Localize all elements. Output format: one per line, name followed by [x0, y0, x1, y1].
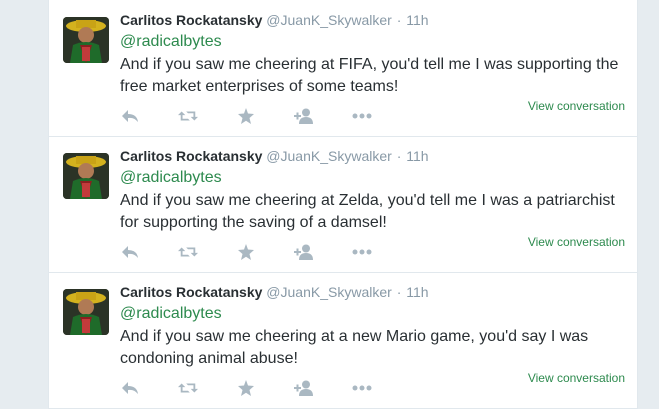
- reply-icon[interactable]: [120, 379, 140, 397]
- tweet-text: And if you saw me cheering at Zelda, you…: [120, 192, 615, 231]
- author-name[interactable]: Carlitos Rockatansky: [120, 12, 262, 28]
- tweet-actions: [120, 242, 410, 262]
- mention-link[interactable]: @radicalbytes: [120, 305, 222, 323]
- time-separator: ·: [396, 284, 402, 300]
- timeline: Carlitos Rockatansky @JuanK_Skywalker · …: [48, 0, 638, 409]
- favorite-icon[interactable]: [236, 107, 256, 125]
- mention-link[interactable]: @radicalbytes: [120, 169, 222, 187]
- view-conversation-link[interactable]: View conversation: [528, 371, 625, 385]
- more-icon[interactable]: [352, 107, 372, 125]
- tweet-header: Carlitos Rockatansky @JuanK_Skywalker · …: [120, 284, 429, 300]
- favorite-icon[interactable]: [236, 243, 256, 261]
- time-separator: ·: [396, 148, 402, 164]
- author-handle[interactable]: @JuanK_Skywalker: [266, 12, 392, 28]
- favorite-icon[interactable]: [236, 379, 256, 397]
- tweet-actions: [120, 378, 410, 398]
- time-separator: ·: [396, 12, 402, 28]
- retweet-icon[interactable]: [178, 107, 198, 125]
- timestamp[interactable]: 11h: [406, 284, 428, 300]
- retweet-icon[interactable]: [178, 243, 198, 261]
- timestamp[interactable]: 11h: [406, 148, 428, 164]
- author-name[interactable]: Carlitos Rockatansky: [120, 284, 262, 300]
- tweet[interactable]: Carlitos Rockatansky @JuanK_Skywalker · …: [49, 274, 637, 409]
- follow-icon[interactable]: [294, 243, 314, 261]
- author-handle[interactable]: @JuanK_Skywalker: [266, 284, 392, 300]
- avatar[interactable]: [63, 289, 109, 335]
- author-handle[interactable]: @JuanK_Skywalker: [266, 148, 392, 164]
- tweet-header: Carlitos Rockatansky @JuanK_Skywalker · …: [120, 12, 429, 28]
- more-icon[interactable]: [352, 243, 372, 261]
- follow-icon[interactable]: [294, 107, 314, 125]
- tweet[interactable]: Carlitos Rockatansky @JuanK_Skywalker · …: [49, 2, 637, 137]
- view-conversation-link[interactable]: View conversation: [528, 235, 625, 249]
- retweet-icon[interactable]: [178, 379, 198, 397]
- more-icon[interactable]: [352, 379, 372, 397]
- reply-icon[interactable]: [120, 243, 140, 261]
- view-conversation-link[interactable]: View conversation: [528, 99, 625, 113]
- avatar[interactable]: [63, 17, 109, 63]
- tweet-text: And if you saw me cheering at a new Mari…: [120, 328, 589, 367]
- mention-link[interactable]: @radicalbytes: [120, 33, 222, 51]
- author-name[interactable]: Carlitos Rockatansky: [120, 148, 262, 164]
- avatar[interactable]: [63, 153, 109, 199]
- tweet-text: And if you saw me cheering at FIFA, you'…: [120, 56, 619, 95]
- reply-icon[interactable]: [120, 107, 140, 125]
- tweet-header: Carlitos Rockatansky @JuanK_Skywalker · …: [120, 148, 429, 164]
- follow-icon[interactable]: [294, 379, 314, 397]
- timestamp[interactable]: 11h: [406, 12, 428, 28]
- tweet[interactable]: Carlitos Rockatansky @JuanK_Skywalker · …: [49, 138, 637, 273]
- tweet-actions: [120, 106, 410, 126]
